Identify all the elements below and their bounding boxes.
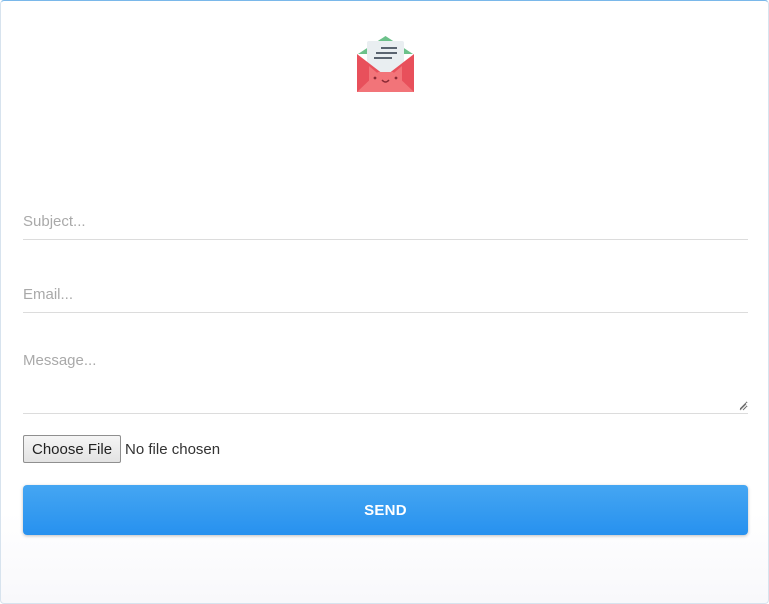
subject-field <box>23 204 748 240</box>
email-field <box>23 277 748 313</box>
message-field <box>23 352 748 414</box>
email-input[interactable] <box>23 277 748 311</box>
resize-grip-icon[interactable] <box>739 403 747 411</box>
file-status-text: No file chosen <box>125 440 221 458</box>
contact-form-panel: Choose File No file chosen SEND <box>0 0 769 604</box>
choose-file-button[interactable]: Choose File <box>23 435 122 463</box>
file-upload: Choose File No file chosen <box>23 435 220 463</box>
subject-input[interactable] <box>23 204 748 238</box>
message-textarea[interactable] <box>23 352 748 410</box>
envelope-letter-icon <box>357 36 414 92</box>
send-button[interactable]: SEND <box>23 485 748 535</box>
